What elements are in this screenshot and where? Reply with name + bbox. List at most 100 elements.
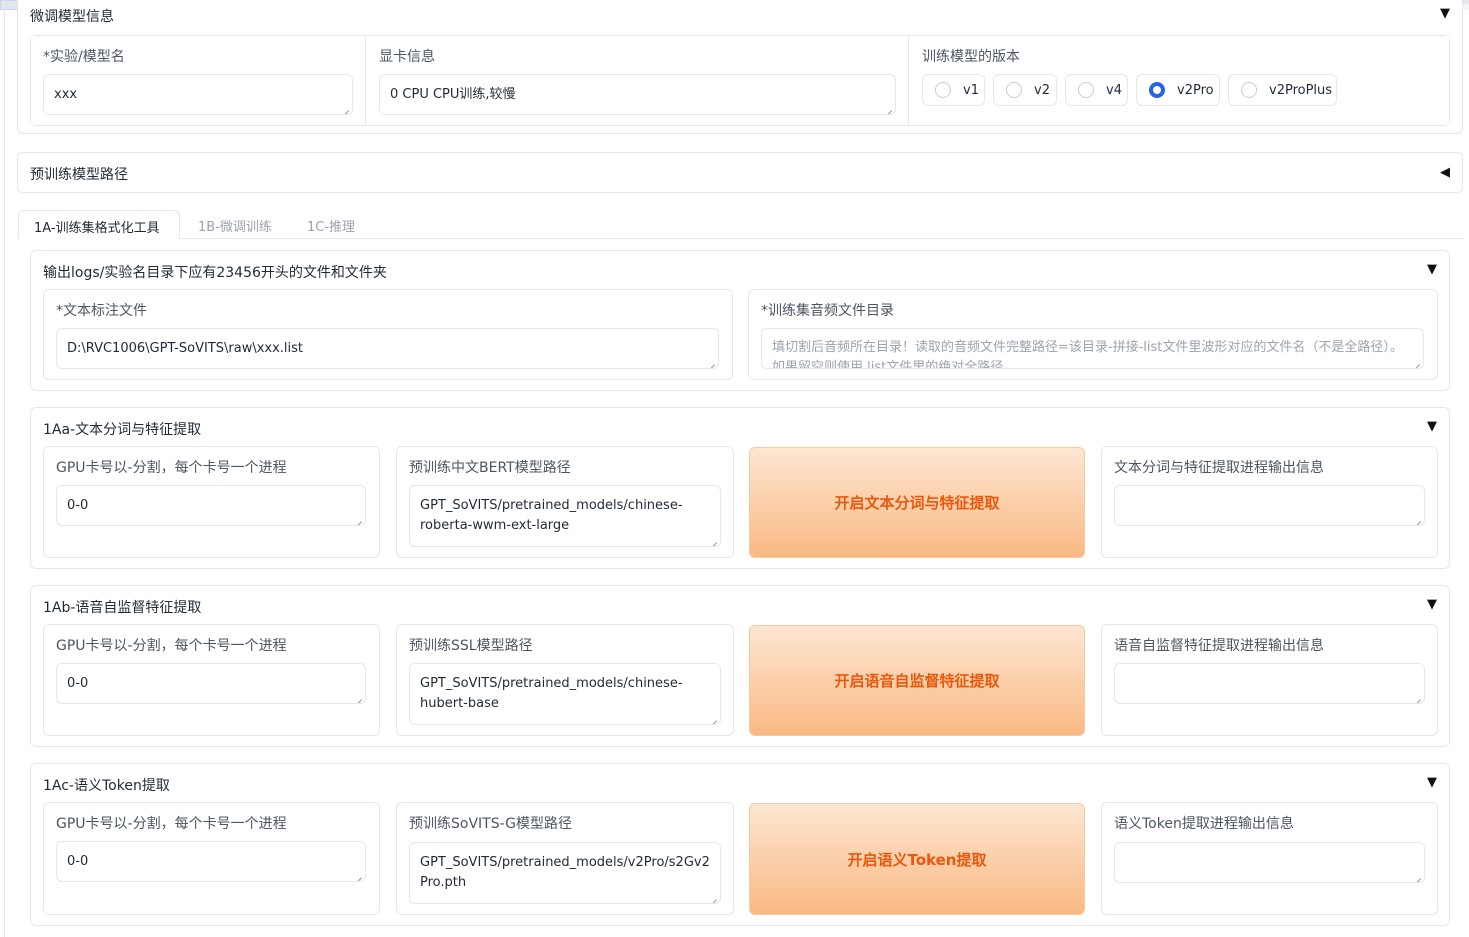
s1c-gpu-value: 0-0 (67, 854, 89, 869)
version-radio-v1[interactable]: v1 (922, 74, 985, 106)
s1b-output-box[interactable] (1114, 663, 1425, 704)
s1a-model-label: 预训练中文BERT模型路径 (409, 460, 571, 476)
s1c-model-cell: 预训练SoVITS-G模型路径 GPT_SoVITS/pretrained_mo… (396, 802, 734, 915)
resize-handle-icon[interactable] (707, 357, 715, 365)
resize-handle-icon[interactable] (709, 892, 717, 900)
gpu-info-label: 显卡信息 (379, 49, 435, 65)
s1b-output-label: 语音自监督特征提取进程输出信息 (1114, 638, 1324, 654)
s1a-model-cell: 预训练中文BERT模型路径 GPT_SoVITS/pretrained_mode… (396, 446, 734, 558)
radio-circle-icon (935, 82, 951, 98)
gpu-info-input[interactable]: 0 CPU CPU训练,较慢 (379, 74, 896, 115)
s1a-gpu-input[interactable]: 0-0 (56, 485, 366, 526)
radio-circle-icon (1078, 82, 1094, 98)
radio-circle-icon (1241, 82, 1257, 98)
s1b-model-cell: 预训练SSL模型路径 GPT_SoVITS/pretrained_models/… (396, 624, 734, 736)
s1a-gpu-cell: GPU卡号以-分割，每个卡号一个进程 0-0 (43, 446, 380, 558)
s1b-title[interactable]: 1Ab-语音自监督特征提取 (43, 597, 201, 617)
version-radio-v2proplus[interactable]: v2ProPlus (1228, 74, 1337, 106)
s1b-model-input[interactable]: GPT_SoVITS/pretrained_models/chinese-hub… (409, 663, 721, 725)
resize-handle-icon[interactable] (354, 514, 362, 522)
resize-handle-icon[interactable] (1413, 514, 1421, 522)
resize-handle-icon[interactable] (354, 692, 362, 700)
exp-name-label: *实验/模型名 (43, 49, 125, 65)
audio-dir-label: *训练集音频文件目录 (761, 303, 894, 319)
expand-caret-icon[interactable]: ◀ (1440, 165, 1450, 180)
s1c-gpu-cell: GPU卡号以-分割，每个卡号一个进程 0-0 (43, 802, 380, 915)
output-section-title[interactable]: 输出logs/实验名目录下应有23456开头的文件和文件夹 (43, 262, 387, 282)
text-label-file-value: D:\RVC1006\GPT-SoVITS\raw\xxx.list (67, 341, 304, 356)
s1c-model-value: GPT_SoVITS/pretrained_models/v2Pro/s2Gv2… (420, 855, 710, 890)
exp-name-value: xxx (54, 87, 78, 102)
resize-handle-icon[interactable] (709, 713, 717, 721)
resize-handle-icon[interactable] (341, 103, 349, 111)
collapse-caret-icon[interactable]: ▼ (1427, 597, 1437, 612)
finetune-info-title[interactable]: 微调模型信息 (30, 6, 114, 26)
s1b-gpu-cell: GPU卡号以-分割，每个卡号一个进程 0-0 (43, 624, 380, 736)
s1c-title[interactable]: 1Ac-语义Token提取 (43, 775, 170, 795)
s1b-model-label: 预训练SSL模型路径 (409, 638, 533, 654)
version-radio-v2[interactable]: v2 (993, 74, 1057, 106)
version-label: 训练模型的版本 (922, 49, 1020, 65)
s1a-start-button[interactable]: 开启文本分词与特征提取 (749, 447, 1085, 558)
tab-underline (180, 238, 1463, 239)
version-radio-v4[interactable]: v4 (1065, 74, 1128, 106)
resize-handle-icon[interactable] (354, 870, 362, 878)
gpu-info-cell: 显卡信息 0 CPU CPU训练,较慢 (367, 36, 909, 125)
radio-selected-icon (1149, 82, 1165, 98)
s1a-gpu-value: 0-0 (67, 498, 89, 513)
gpu-info-value: 0 CPU CPU训练,较慢 (390, 87, 516, 102)
collapse-caret-icon[interactable]: ▼ (1427, 419, 1437, 434)
finetune-info-group: *实验/模型名 xxx 显卡信息 0 CPU CPU训练,较慢 训练模型的版本 … (30, 35, 1450, 126)
tab-1c[interactable]: 1C-推理 (307, 216, 355, 235)
radio-circle-icon (1006, 82, 1022, 98)
s1b-gpu-input[interactable]: 0-0 (56, 663, 366, 704)
text-label-file-cell: *文本标注文件 D:\RVC1006\GPT-SoVITS\raw\xxx.li… (43, 289, 733, 380)
s1c-output-box[interactable] (1114, 842, 1425, 883)
collapse-caret-icon[interactable]: ▼ (1427, 262, 1437, 277)
s1c-output-label: 语义Token提取进程输出信息 (1114, 816, 1294, 832)
resize-handle-icon[interactable] (1413, 692, 1421, 700)
s1c-model-input[interactable]: GPT_SoVITS/pretrained_models/v2Pro/s2Gv2… (409, 842, 721, 904)
s1a-output-box[interactable] (1114, 485, 1425, 526)
s1b-accordion: 1Ab-语音自监督特征提取 ▼ GPU卡号以-分割，每个卡号一个进程 0-0 预… (30, 585, 1450, 747)
s1b-model-value: GPT_SoVITS/pretrained_models/chinese-hub… (420, 676, 683, 711)
s1a-output-cell: 文本分词与特征提取进程输出信息 (1101, 446, 1438, 558)
exp-name-input[interactable]: xxx (43, 74, 353, 115)
tab-1b[interactable]: 1B-微调训练 (198, 216, 272, 235)
audio-dir-cell: *训练集音频文件目录 填切割后音频所在目录！读取的音频文件完整路径=该目录-拼接… (748, 289, 1438, 380)
s1b-output-cell: 语音自监督特征提取进程输出信息 (1101, 624, 1438, 736)
audio-dir-input[interactable]: 填切割后音频所在目录！读取的音频文件完整路径=该目录-拼接-list文件里波形对… (761, 328, 1424, 369)
resize-handle-icon[interactable] (884, 103, 892, 111)
pretrained-paths-title: 预训练模型路径 (30, 167, 128, 183)
s1c-output-cell: 语义Token提取进程输出信息 (1101, 802, 1438, 915)
s1a-accordion: 1Aa-文本分词与特征提取 ▼ GPU卡号以-分割，每个卡号一个进程 0-0 预… (30, 407, 1450, 569)
resize-handle-icon[interactable] (1412, 357, 1420, 365)
s1a-output-label: 文本分词与特征提取进程输出信息 (1114, 460, 1324, 476)
s1c-start-button[interactable]: 开启语义Token提取 (749, 803, 1085, 915)
text-label-file-input[interactable]: D:\RVC1006\GPT-SoVITS\raw\xxx.list (56, 328, 719, 369)
s1b-gpu-label: GPU卡号以-分割，每个卡号一个进程 (56, 638, 287, 654)
s1c-gpu-label: GPU卡号以-分割，每个卡号一个进程 (56, 816, 287, 832)
version-radio-v2pro[interactable]: v2Pro (1136, 74, 1220, 106)
s1a-model-input[interactable]: GPT_SoVITS/pretrained_models/chinese-rob… (409, 485, 721, 547)
s1a-gpu-label: GPU卡号以-分割，每个卡号一个进程 (56, 460, 287, 476)
s1c-model-label: 预训练SoVITS-G模型路径 (409, 816, 573, 832)
s1b-start-button[interactable]: 开启语音自监督特征提取 (749, 625, 1085, 736)
left-divider (4, 0, 5, 937)
resize-handle-icon[interactable] (709, 535, 717, 543)
finetune-info-accordion: 微调模型信息 ▼ *实验/模型名 xxx 显卡信息 0 CPU CPU训练,较慢… (17, 0, 1463, 134)
version-cell: 训练模型的版本 v1 v2 v4 v2Pro v2ProPlus (910, 36, 1449, 125)
s1a-title[interactable]: 1Aa-文本分词与特征提取 (43, 419, 201, 439)
s1b-gpu-value: 0-0 (67, 676, 89, 691)
collapse-caret-icon[interactable]: ▼ (1427, 775, 1437, 790)
tab-1a[interactable]: 1A-训练集格式化工具 (18, 210, 180, 239)
collapse-caret-icon[interactable]: ▼ (1440, 6, 1450, 21)
pretrained-paths-accordion[interactable]: 预训练模型路径 ◀ (17, 152, 1463, 193)
audio-dir-placeholder: 填切割后音频所在目录！读取的音频文件完整路径=该目录-拼接-list文件里波形对… (772, 340, 1403, 369)
s1c-gpu-input[interactable]: 0-0 (56, 841, 366, 882)
output-section-accordion: 输出logs/实验名目录下应有23456开头的文件和文件夹 ▼ *文本标注文件 … (30, 250, 1450, 391)
text-label-file-label: *文本标注文件 (56, 303, 147, 319)
resize-handle-icon[interactable] (1413, 871, 1421, 879)
exp-name-cell: *实验/模型名 xxx (31, 36, 366, 125)
s1c-accordion: 1Ac-语义Token提取 ▼ GPU卡号以-分割，每个卡号一个进程 0-0 预… (30, 763, 1450, 926)
